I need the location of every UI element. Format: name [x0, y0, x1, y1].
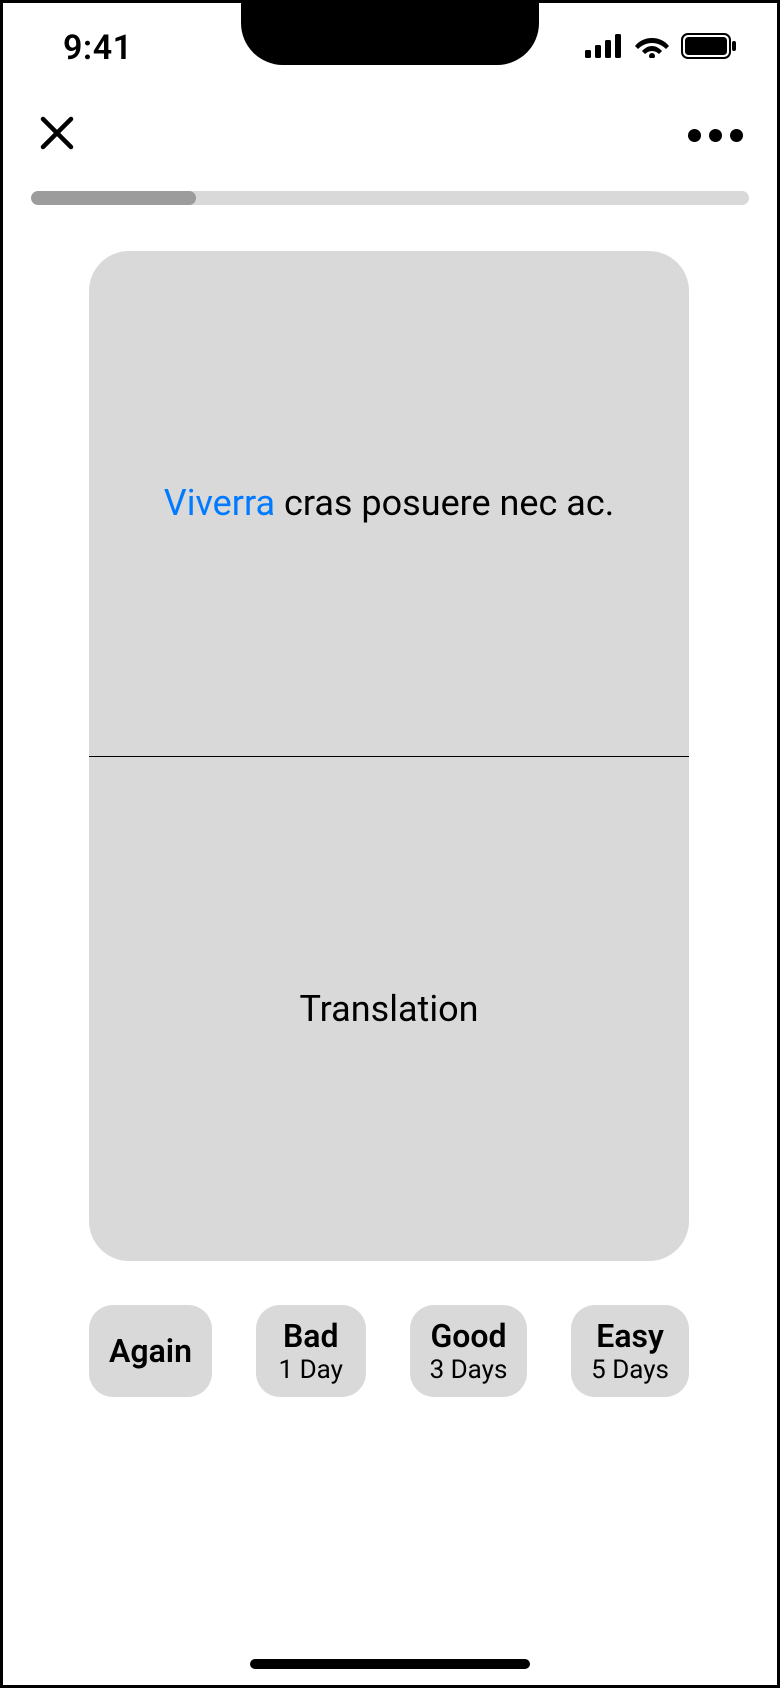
battery-icon — [681, 33, 737, 63]
flashcard[interactable]: Viverra cras posuere nec ac. Translation — [89, 251, 689, 1261]
bad-button-label: Bad — [283, 1317, 339, 1355]
device-frame: 9:41 — [0, 0, 780, 1688]
good-button[interactable]: Good 3 Days — [410, 1305, 528, 1397]
flashcard-sentence: Viverra cras posuere nec ac. — [164, 480, 614, 527]
status-time: 9:41 — [63, 28, 133, 68]
cellular-icon — [585, 34, 623, 62]
home-indicator — [250, 1659, 530, 1669]
bad-button[interactable]: Bad 1 Day — [256, 1305, 366, 1397]
flashcard-translation: Translation — [300, 988, 479, 1030]
easy-button-label: Easy — [596, 1317, 664, 1355]
device-notch — [241, 3, 539, 65]
again-button-label: Again — [109, 1332, 192, 1370]
flashcard-highlight-word: Viverra — [164, 482, 275, 524]
close-icon[interactable] — [37, 113, 77, 157]
status-icons — [585, 33, 737, 63]
flashcard-sentence-rest: cras posuere nec ac. — [275, 482, 614, 524]
good-button-sublabel: 3 Days — [430, 1355, 508, 1385]
rating-buttons-row: Again Bad 1 Day Good 3 Days Easy 5 Days — [89, 1305, 689, 1397]
flashcard-back: Translation — [89, 757, 689, 1262]
bad-button-sublabel: 1 Day — [279, 1355, 343, 1385]
easy-button-sublabel: 5 Days — [591, 1355, 669, 1385]
progress-fill — [31, 191, 196, 205]
nav-bar — [3, 95, 777, 175]
flashcard-front: Viverra cras posuere nec ac. — [89, 251, 689, 756]
easy-button[interactable]: Easy 5 Days — [571, 1305, 689, 1397]
good-button-label: Good — [430, 1317, 506, 1355]
more-icon[interactable] — [688, 129, 743, 142]
progress-bar — [31, 191, 749, 205]
again-button[interactable]: Again — [89, 1305, 212, 1397]
wifi-icon — [635, 34, 669, 62]
